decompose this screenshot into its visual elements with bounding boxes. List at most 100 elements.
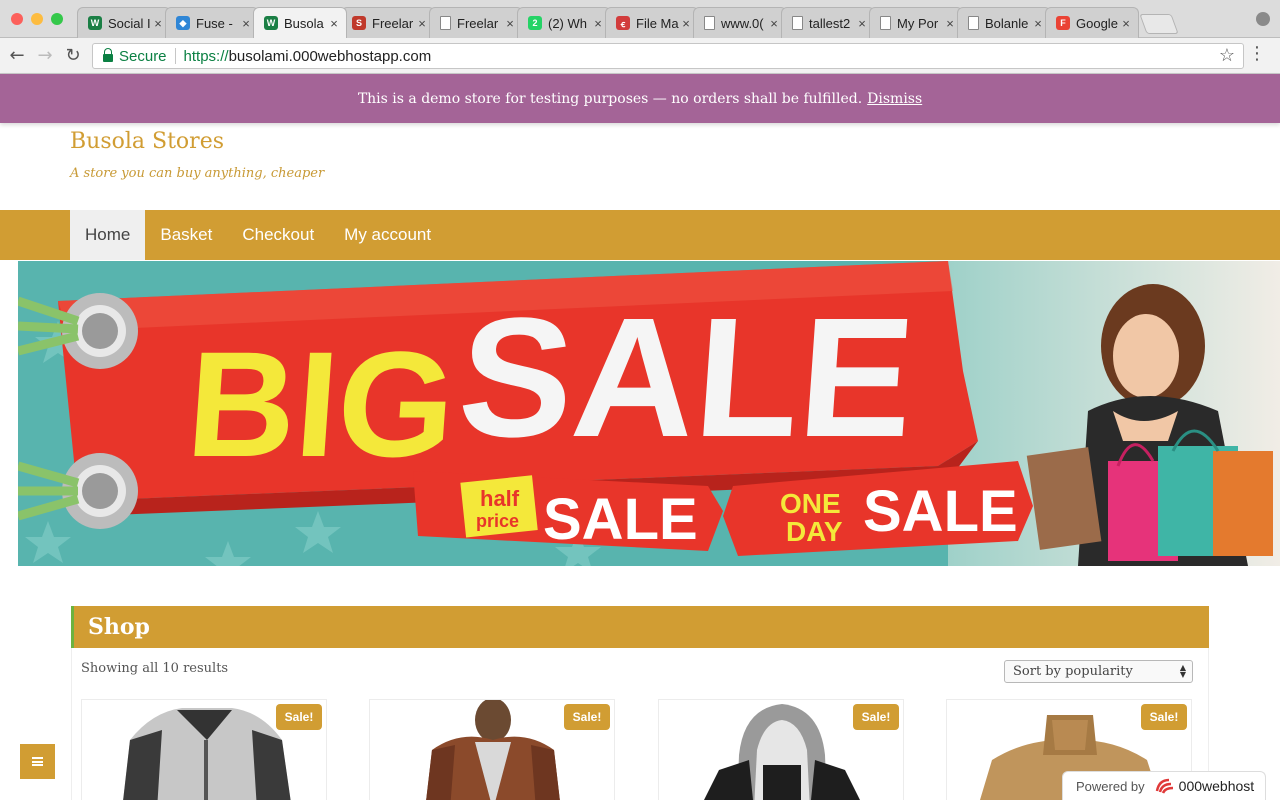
browser-menu-icon[interactable]: ⋮ [1248,43,1266,65]
tab-close-icon[interactable]: × [592,16,604,31]
tab-close-icon[interactable]: × [680,16,692,31]
bookmark-star-icon[interactable]: ☆ [1219,45,1235,66]
browser-tab[interactable]: W Social I × [77,7,171,38]
nav-item-checkout[interactable]: Checkout [227,210,329,260]
url-host: busolami.000webhostapp.com [228,47,432,65]
tab-close-icon[interactable]: × [240,16,252,31]
store-notice: This is a demo store for testing purpose… [0,74,1280,123]
woocommerce-icon: W [264,16,278,30]
tab-title: File Ma [636,15,679,31]
browser-tab[interactable]: ꞓ File Ma × [605,7,699,38]
s-logo-icon: S [352,16,366,30]
page-icon [440,16,451,30]
sale-banner-graphic: BIG SALE half price SALE ONE DAY SALE [18,261,1280,566]
menu-toggle-button[interactable] [20,744,55,779]
product-card[interactable]: Sale! [658,699,904,800]
browser-tab[interactable]: My Por × [869,7,963,38]
dismiss-link[interactable]: Dismiss [867,91,922,107]
browser-tab[interactable]: ◆ Fuse - × [165,7,259,38]
tab-title: (2) Wh [548,15,587,31]
reload-icon[interactable]: ↻ [62,44,84,66]
banner-one-day-sale-text: SALE [863,479,1018,544]
close-window-button[interactable] [11,13,23,25]
product-card[interactable]: Sale! [369,699,615,800]
nav-item-basket[interactable]: Basket [145,210,227,260]
main-navigation: Home Basket Checkout My account [0,210,1280,260]
address-bar[interactable]: Secure https:// busolami.000webhostapp.c… [92,43,1244,69]
minimize-window-button[interactable] [31,13,43,25]
browser-tab[interactable]: F Google × [1045,7,1139,38]
banner-day-text: DAY [786,516,843,547]
banner-sale-text: SALE [453,283,920,473]
nav-item-home[interactable]: Home [70,210,146,260]
whatsapp-icon: 2 [528,16,542,30]
powered-by-badge[interactable]: Powered by 000webhost [1062,771,1266,800]
tab-title: tallest2 [809,15,851,31]
tab-title: Busola [284,15,324,31]
tab-close-icon[interactable]: × [416,16,428,31]
000webhost-logo-icon [1155,778,1173,794]
browser-tab[interactable]: Freelar × [429,7,523,38]
tab-close-icon[interactable]: × [768,16,780,31]
sale-banner[interactable]: BIG SALE half price SALE ONE DAY SALE [18,261,1280,566]
tab-close-icon[interactable]: × [504,16,516,31]
browser-tab[interactable]: tallest2 × [781,7,875,38]
tab-close-icon[interactable]: × [856,16,868,31]
nav-item-my-account[interactable]: My account [329,210,446,260]
sale-badge: Sale! [1141,704,1187,730]
browser-tab[interactable]: 2 (2) Wh × [517,7,611,38]
browser-tab[interactable]: W Busola × [253,7,347,38]
tab-close-icon[interactable]: × [1120,16,1132,31]
tab-strip: W Social I × ◆ Fuse - × W Busola × S Freelar × Freel… [77,7,1179,38]
banner-price-text: price [476,511,519,531]
tab-close-icon[interactable]: × [328,16,340,31]
page-icon [968,16,979,30]
shop-title: Shop [88,614,150,640]
tab-title: Social I [108,15,151,31]
shop-heading-bar: Shop [71,606,1209,648]
back-arrow-icon[interactable]: ← [6,44,28,66]
browser-toolbar: ← → ↻ Secure https:// busolami.000webhos… [0,38,1280,74]
tab-close-icon[interactable]: × [944,16,956,31]
product-card[interactable]: Sale! [81,699,327,800]
notice-text: This is a demo store for testing purpose… [357,90,863,107]
tab-title: My Por [897,15,939,31]
powered-by-brand: 000webhost [1178,778,1255,794]
profile-icon[interactable] [1256,12,1270,26]
select-arrows-icon: ▲ ▼ [1179,663,1186,679]
maximize-window-button[interactable] [51,13,63,25]
browser-tab[interactable]: Bolanle × [957,7,1051,38]
f-logo-icon: F [1056,16,1070,30]
000webhost-icon: ꞓ [616,16,630,30]
woocommerce-icon: W [88,16,102,30]
browser-tab[interactable]: www.0( × [693,7,787,38]
banner-one-text: ONE [780,488,841,519]
page-icon [704,16,715,30]
sort-selected-value: Sort by popularity [1013,664,1133,679]
url-scheme: https:// [183,47,229,65]
diamond-icon: ◆ [176,16,190,30]
new-tab-button[interactable] [1139,14,1179,34]
site-description: A store you can buy anything, cheaper [70,166,325,181]
site-title[interactable]: Busola Stores [70,129,224,154]
sort-select[interactable]: Sort by popularity ▲ ▼ [1004,660,1193,683]
tab-title: Freelar [372,15,414,31]
tab-close-icon[interactable]: × [1032,16,1044,31]
tab-title: Freelar [457,15,499,31]
tab-title: www.0( [721,15,764,31]
sale-badge: Sale! [564,704,610,730]
tab-close-icon[interactable]: × [152,16,164,31]
banner-half-text: half [480,486,520,511]
browser-tab-bar: W Social I × ◆ Fuse - × W Busola × S Freelar × Freel… [0,0,1280,38]
sale-badge: Sale! [853,704,899,730]
powered-by-label: Powered by [1076,778,1145,794]
browser-tab[interactable]: S Freelar × [341,7,435,38]
tab-title: Bolanle [985,15,1029,31]
forward-arrow-icon[interactable]: → [34,44,56,66]
banner-half-price-sale-text: SALE [543,487,698,552]
tab-title: Fuse - [196,15,233,31]
hamburger-icon [32,757,43,766]
lock-icon [103,48,113,62]
page-icon [792,16,803,30]
banner-big-text: BIG [182,320,460,488]
